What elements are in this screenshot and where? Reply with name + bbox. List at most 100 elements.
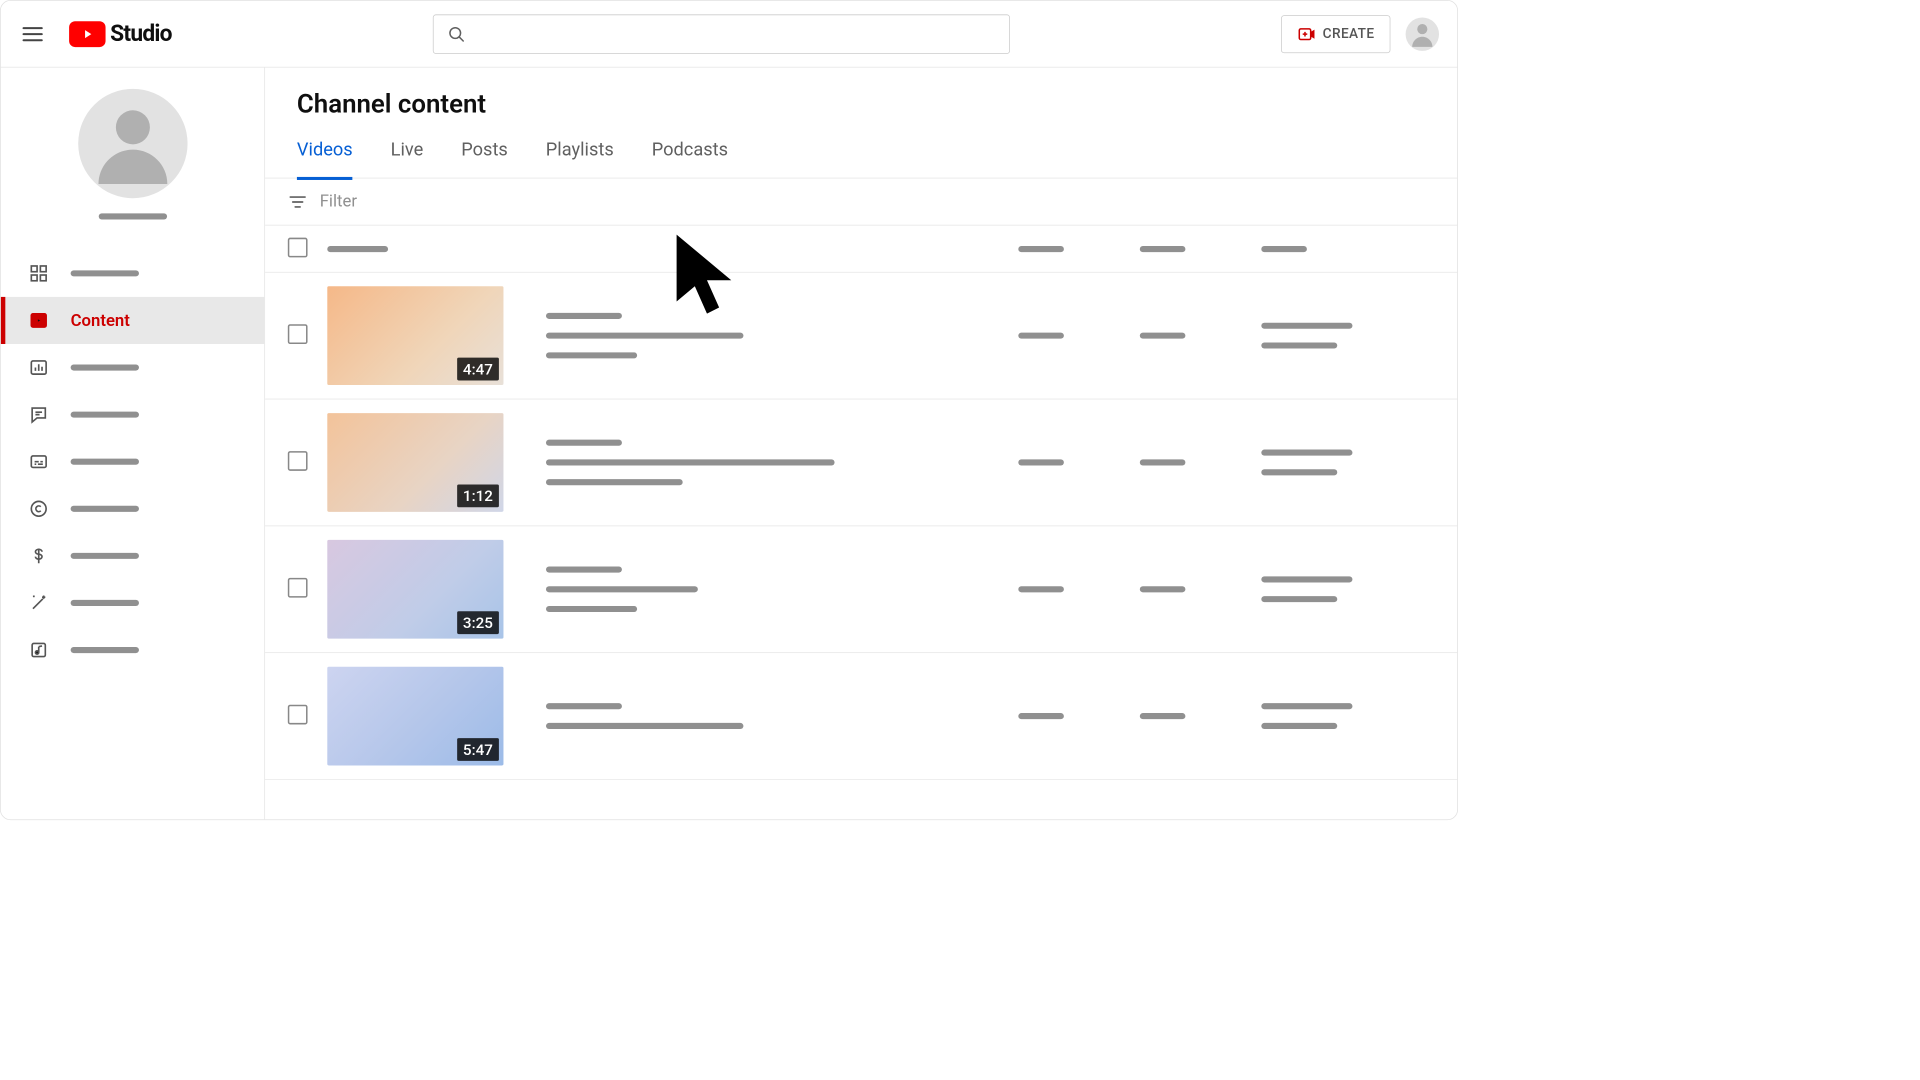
cell-placeholder [1261, 469, 1337, 475]
sidebar-item-customization[interactable] [1, 579, 265, 626]
sidebar-item-analytics[interactable] [1, 344, 265, 391]
video-text-placeholder [546, 703, 622, 709]
sidebar-item-subtitles[interactable] [1, 438, 265, 485]
page-title: Channel content [265, 68, 1457, 120]
sidebar-nav: Content [1, 250, 265, 674]
filter-label: Filter [320, 192, 357, 211]
cell-placeholder [1140, 713, 1186, 719]
youtube-play-icon [69, 21, 105, 47]
sidebar-item-label [71, 553, 139, 559]
video-thumbnail[interactable]: 5:47 [327, 667, 503, 766]
magic-wand-icon [28, 592, 49, 613]
video-text-placeholder [546, 479, 683, 485]
row-checkbox[interactable] [288, 705, 308, 725]
tab-podcasts[interactable]: Podcasts [652, 139, 728, 177]
video-thumbnail[interactable]: 3:25 [327, 540, 503, 639]
row-checkbox[interactable] [288, 324, 308, 344]
table-header [265, 226, 1457, 273]
copyright-icon [28, 498, 49, 519]
sidebar-item-label [71, 506, 139, 512]
channel-avatar[interactable] [78, 89, 187, 198]
sidebar-item-earn[interactable] [1, 532, 265, 579]
sidebar-item-label [71, 365, 139, 371]
person-icon [84, 95, 181, 192]
music-note-icon [28, 639, 49, 660]
video-duration: 1:12 [457, 484, 499, 507]
play-square-icon [28, 310, 49, 331]
video-duration: 3:25 [457, 611, 499, 634]
video-row[interactable]: 4:47 [265, 273, 1457, 400]
video-text-placeholder [546, 459, 835, 465]
video-duration: 4:47 [457, 358, 499, 381]
cell-placeholder [1261, 342, 1337, 348]
cell-placeholder [1018, 459, 1064, 465]
cell-placeholder [1018, 586, 1064, 592]
sidebar-item-label [71, 459, 139, 465]
row-checkbox[interactable] [288, 451, 308, 471]
search-input[interactable] [476, 25, 995, 42]
sidebar-item-audio[interactable] [1, 626, 265, 673]
column-header [1140, 246, 1186, 252]
tab-live[interactable]: Live [391, 139, 424, 177]
cell-placeholder [1140, 333, 1186, 339]
dollar-icon [28, 545, 49, 566]
sidebar-item-label [71, 270, 139, 276]
video-text-placeholder [546, 352, 637, 358]
create-icon [1297, 25, 1315, 43]
channel-name [98, 213, 166, 219]
row-checkbox[interactable] [288, 578, 308, 598]
video-text-placeholder [546, 440, 622, 446]
cell-placeholder [1018, 713, 1064, 719]
create-label: CREATE [1323, 26, 1375, 42]
cell-placeholder [1261, 576, 1352, 582]
filter-row[interactable]: Filter [265, 178, 1457, 225]
video-text-placeholder [546, 606, 637, 612]
tab-videos[interactable]: Videos [297, 139, 353, 180]
sidebar-item-content[interactable]: Content [1, 297, 265, 344]
account-avatar[interactable] [1406, 17, 1439, 50]
video-row[interactable]: 5:47 [265, 653, 1457, 780]
video-text-placeholder [546, 333, 743, 339]
content-tabs: Videos Live Posts Playlists Podcasts [265, 119, 1457, 178]
cell-placeholder [1140, 586, 1186, 592]
column-header [1018, 246, 1064, 252]
video-text-placeholder [546, 566, 622, 572]
cell-placeholder [1261, 323, 1352, 329]
sidebar: Content [1, 68, 265, 820]
sidebar-item-copyright[interactable] [1, 485, 265, 532]
logo[interactable]: Studio [69, 21, 172, 48]
video-text-placeholder [546, 723, 743, 729]
create-button[interactable]: CREATE [1281, 15, 1391, 53]
sidebar-item-label [71, 647, 139, 653]
menu-button[interactable] [14, 16, 50, 52]
tab-posts[interactable]: Posts [461, 139, 508, 177]
video-thumbnail[interactable]: 4:47 [327, 286, 503, 385]
video-rows: 4:47 1:12 3:25 5:47 [265, 273, 1457, 780]
logo-text: Studio [110, 21, 172, 48]
app-header: Studio CREATE [1, 1, 1457, 68]
video-text-placeholder [546, 313, 622, 319]
video-thumbnail[interactable]: 1:12 [327, 413, 503, 512]
video-row[interactable]: 1:12 [265, 399, 1457, 526]
sidebar-item-dashboard[interactable] [1, 250, 265, 297]
channel-summary [1, 68, 265, 250]
search-box[interactable] [433, 14, 1010, 53]
cell-placeholder [1018, 333, 1064, 339]
main-panel: Channel content Videos Live Posts Playlists… [265, 68, 1457, 820]
select-all-checkbox[interactable] [288, 237, 308, 257]
comment-icon [28, 404, 49, 425]
grid-icon [28, 263, 49, 284]
sidebar-item-label: Content [71, 311, 130, 330]
tab-playlists[interactable]: Playlists [546, 139, 614, 177]
sidebar-item-label [71, 412, 139, 418]
cell-placeholder [1261, 596, 1337, 602]
video-row[interactable]: 3:25 [265, 526, 1457, 653]
sidebar-item-comments[interactable] [1, 391, 265, 438]
video-duration: 5:47 [457, 738, 499, 761]
video-text-placeholder [546, 586, 698, 592]
subtitles-icon [28, 451, 49, 472]
bar-chart-icon [28, 357, 49, 378]
column-header [1261, 246, 1307, 252]
cell-placeholder [1261, 703, 1352, 709]
filter-icon [288, 192, 308, 212]
